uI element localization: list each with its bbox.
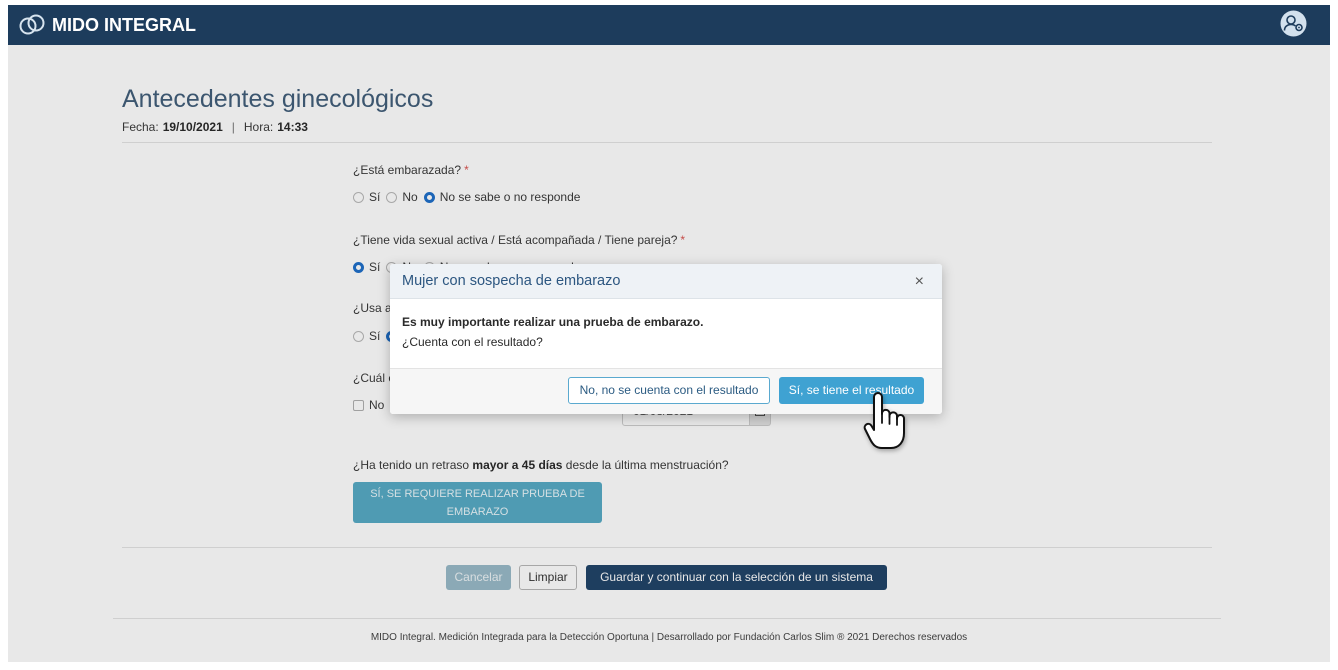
modal-message: Es muy importante realizar una prueba de…: [402, 315, 704, 329]
pregnancy-suspicion-modal: Mujer con sospecha de embarazo × Es muy …: [390, 264, 942, 414]
no-result-button[interactable]: No, no se cuenta con el resultado: [568, 377, 770, 404]
app-logo-text[interactable]: MIDO INTEGRAL: [52, 5, 196, 45]
mido-rings-logo-icon: [19, 14, 45, 35]
modal-header: Mujer con sospecha de embarazo ×: [390, 264, 942, 299]
screen: MIDO INTEGRAL Antecedentes ginecológicos…: [0, 0, 1338, 670]
modal-title: Mujer con sospecha de embarazo: [402, 273, 621, 289]
hand-pointer-icon: [863, 392, 905, 449]
modal-question: ¿Cuenta con el resultado?: [402, 335, 543, 349]
modal-body: Es muy importante realizar una prueba de…: [390, 299, 942, 368]
top-header: MIDO INTEGRAL: [8, 5, 1330, 45]
user-gear-icon[interactable]: [1280, 10, 1307, 37]
modal-footer: No, no se cuenta con el resultado Sí, se…: [390, 368, 942, 414]
close-icon[interactable]: ×: [915, 264, 924, 299]
